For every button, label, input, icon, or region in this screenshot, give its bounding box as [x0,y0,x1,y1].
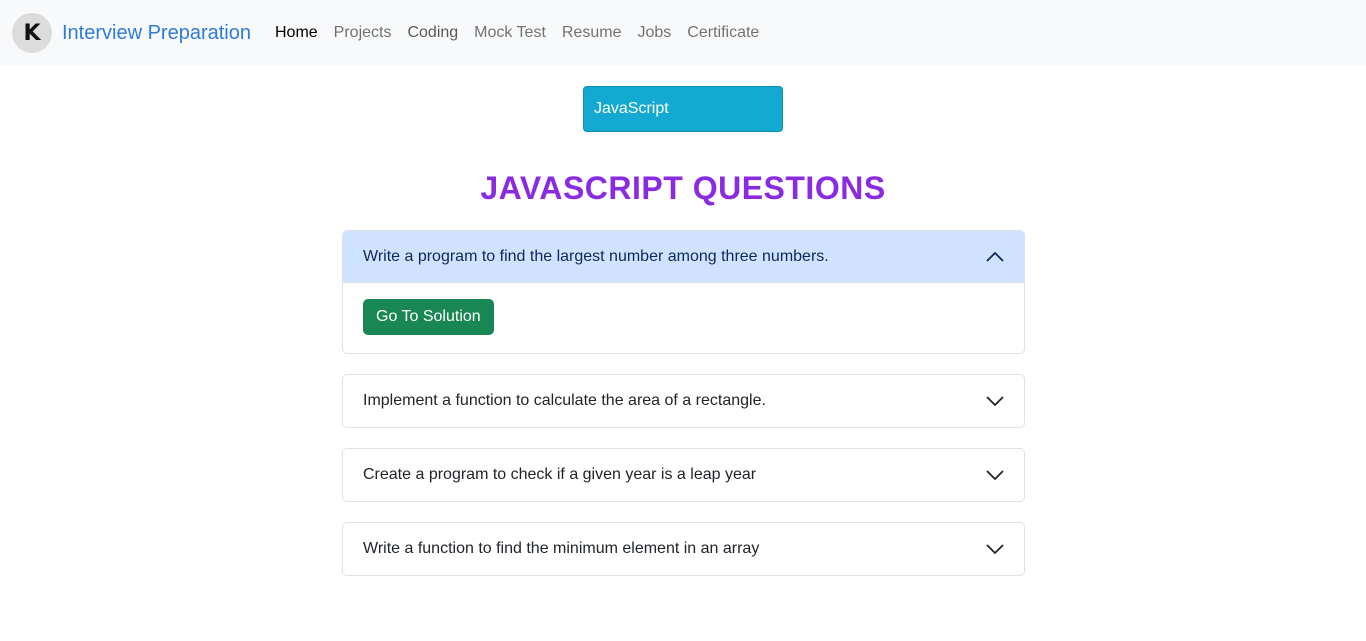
question-text: Create a program to check if a given yea… [363,466,757,483]
chevron-up-icon [986,248,1004,266]
nav-projects[interactable]: Projects [326,24,400,42]
chevron-down-icon [986,466,1004,484]
accordion-body: Go To Solution [343,283,1024,353]
accordion-header[interactable]: Write a program to find the largest numb… [343,231,1024,283]
question-text: Write a function to find the minimum ele… [363,540,760,557]
logo[interactable]: K [12,13,52,53]
language-select-value: JavaScript [594,100,669,117]
nav-resume[interactable]: Resume [554,24,630,42]
nav-jobs[interactable]: Jobs [629,24,679,42]
language-select[interactable]: JavaScript [583,86,783,132]
accordion-item: Write a function to find the minimum ele… [342,522,1025,576]
nav-certificate[interactable]: Certificate [679,24,767,42]
accordion-header[interactable]: Write a function to find the minimum ele… [343,523,1024,575]
accordion-header[interactable]: Create a program to check if a given yea… [343,449,1024,501]
accordion-header[interactable]: Implement a function to calculate the ar… [343,375,1024,427]
accordion-item: Create a program to check if a given yea… [342,448,1025,502]
nav-mock-test[interactable]: Mock Test [466,24,554,42]
go-to-solution-button[interactable]: Go To Solution [363,299,494,335]
navbar: K Interview Preparation Home Projects Co… [0,0,1366,66]
nav-coding[interactable]: Coding [399,24,466,42]
accordion-item: Write a program to find the largest numb… [342,230,1025,354]
brand-link[interactable]: Interview Preparation [62,22,251,45]
question-text: Write a program to find the largest numb… [363,247,829,265]
question-text: Implement a function to calculate the ar… [363,392,766,409]
nav-home[interactable]: Home [267,24,326,42]
page-title: JAVASCRIPT QUESTIONS [480,170,886,206]
nav-links: Home Projects Coding Mock Test Resume Jo… [267,24,767,42]
chevron-down-icon [986,540,1004,558]
accordion-item: Implement a function to calculate the ar… [342,374,1025,428]
chevron-down-icon [986,392,1004,410]
